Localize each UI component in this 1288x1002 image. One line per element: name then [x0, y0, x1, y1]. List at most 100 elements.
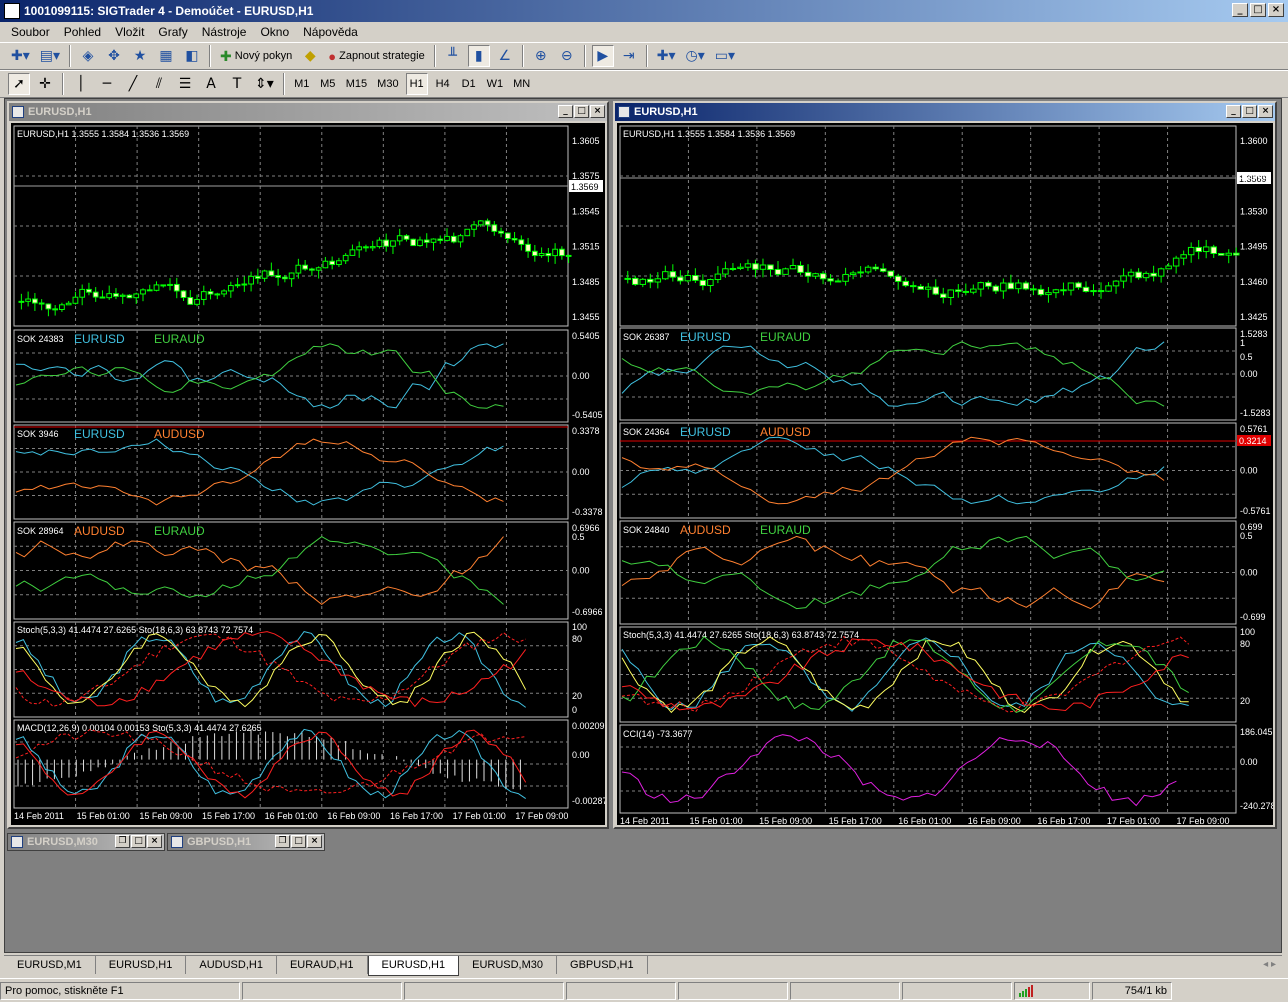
axis-label: 0.00 [1240, 466, 1258, 476]
candle-body [985, 282, 992, 287]
crosshair-icon[interactable]: ✛ [34, 73, 56, 95]
tf-m5[interactable]: M5 [317, 73, 339, 95]
tf-h1[interactable]: H1 [405, 73, 428, 95]
close-button[interactable]: × [307, 835, 322, 848]
market-watch-icon[interactable]: ◈ [77, 45, 99, 67]
close-button[interactable]: × [147, 835, 162, 848]
minimize-button[interactable]: _ [1232, 3, 1248, 17]
close-button[interactable]: × [590, 105, 605, 118]
candle-body [632, 277, 639, 285]
series-label: EURAUD [154, 332, 205, 346]
series-label: EURAUD [154, 524, 205, 538]
maximize-button[interactable]: □ [131, 835, 146, 848]
tf-w1[interactable]: W1 [484, 73, 507, 95]
tf-h4[interactable]: H4 [432, 73, 454, 95]
maximize-button[interactable]: □ [1242, 105, 1257, 118]
candle-body [684, 275, 692, 282]
chart-window-title: EURUSD,H1 [634, 106, 698, 118]
menu-napoveda[interactable]: Nápověda [296, 25, 365, 39]
indicators-icon[interactable]: ✚▾ [654, 45, 679, 67]
text-icon[interactable]: A [200, 73, 222, 95]
axis-label: -0.699 [1240, 612, 1266, 622]
strategy-tester-icon[interactable]: ◧ [181, 45, 203, 67]
axis-label: 0.5405 [572, 331, 600, 341]
tf-m30[interactable]: M30 [374, 73, 401, 95]
minimize-button[interactable]: _ [1226, 105, 1241, 118]
chart-window-right[interactable]: EURUSD,H1 _ □ × 1.3569 1.3600 1.3565 1.3530… [613, 101, 1277, 829]
minimized-window-eurusd-m30[interactable]: EURUSD,M30 ❐ □ × [7, 833, 165, 851]
line-chart-icon[interactable]: ∠ [494, 45, 516, 67]
candle-body [887, 270, 894, 277]
menu-grafy[interactable]: Grafy [151, 25, 194, 39]
tab-eurusd-m30[interactable]: EURUSD,M30 [459, 956, 558, 974]
candle-body [624, 277, 632, 280]
candle-body [729, 267, 737, 270]
bar-chart-icon[interactable]: ╨ [442, 45, 464, 67]
chart-window-caption[interactable]: EURUSD,H1 _ □ × [9, 103, 607, 121]
data-window-icon[interactable]: ✥ [103, 45, 125, 67]
tab-gbpusd-h1[interactable]: GBPUSD,H1 [557, 956, 648, 974]
metaeditor-icon[interactable]: ◆ [299, 45, 321, 67]
chart-window-caption[interactable]: EURUSD,H1 _ □ × [615, 103, 1275, 121]
arrows-icon[interactable]: ⇕▾ [252, 73, 277, 95]
maximize-button[interactable]: □ [1250, 3, 1266, 17]
menu-pohled[interactable]: Pohled [57, 25, 108, 39]
tab-audusd-h1[interactable]: AUDUSD,H1 [186, 956, 277, 974]
candle-body [309, 268, 315, 271]
restore-button[interactable]: ❐ [115, 835, 130, 848]
tf-mn[interactable]: MN [510, 73, 533, 95]
tab-eurusd-m1[interactable]: EURUSD,M1 [4, 956, 96, 974]
chart-canvas[interactable]: 1.35691.36001.35651.35301.34951.34601.34… [617, 123, 1276, 826]
zoom-in-icon[interactable]: ⊕ [530, 45, 552, 67]
horizontal-line-icon[interactable]: ─ [96, 73, 118, 95]
tf-d1[interactable]: D1 [458, 73, 480, 95]
templates-icon[interactable]: ▭▾ [712, 45, 738, 67]
zoom-out-icon[interactable]: ⊖ [556, 45, 578, 67]
new-order-button[interactable]: ✚ Nový pokyn [217, 45, 295, 67]
chart-canvas[interactable]: 1.3569 1.3605 1.3575 1.3545 1.3515 1.3485 1.34… [11, 123, 608, 825]
minimized-window-gbpusd-h1[interactable]: GBPUSD,H1 ❐ □ × [167, 833, 325, 851]
axis-label: -0.5761 [1240, 506, 1271, 516]
series-label: EURUSD [680, 425, 731, 439]
maximize-button[interactable]: □ [574, 105, 589, 118]
new-chart-icon[interactable]: ✚▾ [8, 45, 33, 67]
menu-okno[interactable]: Okno [253, 25, 296, 39]
maximize-button[interactable]: □ [291, 835, 306, 848]
tf-m15[interactable]: M15 [343, 73, 370, 95]
candle-body [86, 288, 92, 293]
trendline-icon[interactable]: ╱ [122, 73, 144, 95]
chart-window-left[interactable]: EURUSD,H1 _ □ × 1.3569 1.3605 1.3575 1.3545… [7, 101, 609, 829]
candle-chart-icon[interactable]: ▮ [467, 45, 490, 67]
tab-scroll-icon[interactable]: ◂ ▸ [1263, 959, 1276, 970]
current-price-label: 1.3569 [571, 182, 599, 192]
candle-body [525, 243, 531, 252]
close-button[interactable]: × [1268, 3, 1284, 17]
candle-body [221, 290, 227, 295]
menu-vlozit[interactable]: Vložit [108, 25, 151, 39]
fibonacci-icon[interactable]: ☰ [174, 73, 196, 95]
close-button[interactable]: × [1258, 105, 1273, 118]
channel-icon[interactable]: ⫽ [148, 73, 170, 95]
tab-euraud-h1[interactable]: EURAUD,H1 [277, 956, 368, 974]
start-strategy-button[interactable]: ● Zapnout strategie [325, 45, 427, 67]
menu-soubor[interactable]: Soubor [4, 25, 57, 39]
restore-button[interactable]: ❐ [275, 835, 290, 848]
cursor-icon[interactable]: ➚ [8, 73, 30, 95]
periods-icon[interactable]: ◷▾ [683, 45, 708, 67]
time-tick-label: 16 Feb 09:00 [327, 811, 380, 821]
navigator-icon[interactable]: ★ [129, 45, 151, 67]
candle-body [804, 271, 812, 277]
vertical-line-icon[interactable]: │ [70, 73, 92, 95]
tab-eurusd-h1-active[interactable]: EURUSD,H1 [367, 956, 460, 976]
tab-eurusd-h1[interactable]: EURUSD,H1 [96, 956, 187, 974]
candle-body [538, 253, 545, 257]
tf-m1[interactable]: M1 [291, 73, 313, 95]
profiles-icon[interactable]: ▤▾ [37, 45, 63, 67]
autoscroll-icon[interactable]: ▶ [591, 45, 614, 67]
text-label-icon[interactable]: T [226, 73, 248, 95]
minimize-button[interactable]: _ [558, 105, 573, 118]
menu-nastroje[interactable]: Nástroje [195, 25, 254, 39]
chart-shift-icon[interactable]: ⇥ [618, 45, 640, 67]
terminal-icon[interactable]: ▦ [155, 45, 177, 67]
candle-body [471, 224, 477, 230]
